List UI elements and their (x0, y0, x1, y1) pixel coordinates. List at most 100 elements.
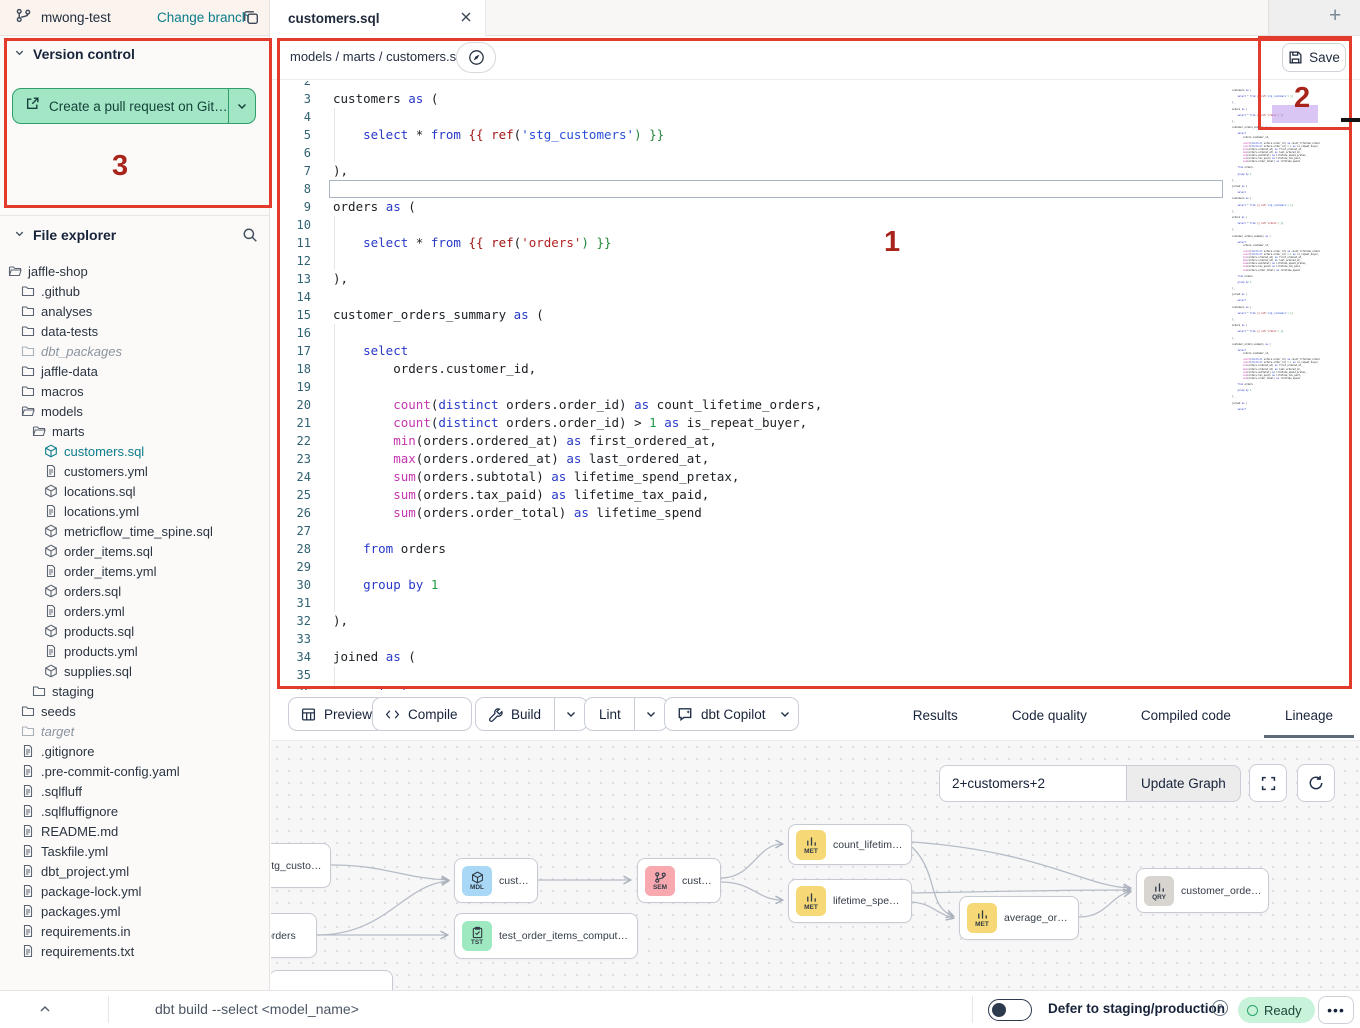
code-line-13[interactable]: 13), (271, 270, 1360, 288)
lineage-node-lifetime_spend_pretax[interactable]: METlifetime_spend_pretax (788, 879, 912, 923)
code-line-34[interactable]: 34joined as ( (271, 648, 1360, 666)
tree-item-order-items-sql[interactable]: order_items.sql (0, 541, 270, 561)
code-line-35[interactable]: 35 (271, 666, 1360, 684)
code-line-33[interactable]: 33 (271, 630, 1360, 648)
lineage-node-stg_customers[interactable]: MDLstg_customers (271, 843, 331, 888)
code-line-21[interactable]: 21 count(distinct orders.order_id) > 1 a… (271, 414, 1360, 432)
tab-lineage[interactable]: Lineage (1258, 690, 1360, 740)
code-line-8[interactable]: 8 (271, 180, 1360, 198)
code-line-7[interactable]: 7), (271, 162, 1360, 180)
tree-item-metricflow-time-spine-sql[interactable]: metricflow_time_spine.sql (0, 521, 270, 541)
file-explorer-header[interactable]: File explorer (0, 217, 270, 253)
code-line-25[interactable]: 25 sum(orders.tax_paid) as lifetime_tax_… (271, 486, 1360, 504)
build-dropdown-caret[interactable] (555, 708, 587, 720)
tree-item-products-sql[interactable]: products.sql (0, 621, 270, 641)
lineage-node-average_order_value[interactable]: METaverage_order_value (959, 896, 1079, 940)
tree-item-customers-sql[interactable]: customers.sql (0, 441, 270, 461)
code-line-29[interactable]: 29 (271, 558, 1360, 576)
update-graph-button[interactable]: Update Graph (1126, 765, 1241, 802)
create-pr-main[interactable]: Create a pull request on Git… (13, 89, 228, 123)
tree-item-jaffle-data[interactable]: jaffle-data (0, 361, 270, 381)
code-line-23[interactable]: 23 max(orders.ordered_at) as last_ordere… (271, 450, 1360, 468)
tree-item--gitignore[interactable]: .gitignore (0, 741, 270, 761)
defer-toggle[interactable] (988, 999, 1032, 1021)
help-icon[interactable]: ? (1212, 1000, 1228, 1016)
tree-item-locations-sql[interactable]: locations.sql (0, 481, 270, 501)
tab-code-quality[interactable]: Code quality (985, 690, 1114, 740)
tree-item-analyses[interactable]: analyses (0, 301, 270, 321)
create-pr-button[interactable]: Create a pull request on Git… (12, 88, 256, 124)
tree-item-packages-yml[interactable]: packages.yml (0, 901, 270, 921)
code-line-24[interactable]: 24 sum(orders.subtotal) as lifetime_spen… (271, 468, 1360, 486)
tab-customers-sql[interactable]: customers.sql (270, 0, 486, 36)
copilot-dropdown-caret[interactable] (772, 708, 798, 720)
minimap[interactable]: customers as ( select * from {{ ref('stg… (1232, 86, 1320, 416)
code-line-6[interactable]: 6 (271, 144, 1360, 162)
tree-item-staging[interactable]: staging (0, 681, 270, 701)
code-line-22[interactable]: 22 min(orders.ordered_at) as first_order… (271, 432, 1360, 450)
lint-button[interactable]: Lint (584, 697, 668, 731)
tree-item-locations-yml[interactable]: locations.yml (0, 501, 270, 521)
lineage-node-count_lifetime_orders[interactable]: METcount_lifetime_orders (788, 824, 912, 865)
chevron-up-icon[interactable] (38, 1002, 52, 1021)
tree-item-data-tests[interactable]: data-tests (0, 321, 270, 341)
lineage-node-customers[interactable]: SEMcustomers (637, 858, 721, 903)
code-editor[interactable]: 23customers as (45 select * from {{ ref(… (271, 81, 1360, 690)
code-line-11[interactable]: 11 select * from {{ ref('orders') }} (271, 234, 1360, 252)
tree-item-macros[interactable]: macros (0, 381, 270, 401)
tree-item--pre-commit-config-yaml[interactable]: .pre-commit-config.yaml (0, 761, 270, 781)
code-line-20[interactable]: 20 count(distinct orders.order_id) as co… (271, 396, 1360, 414)
code-line-28[interactable]: 28 from orders (271, 540, 1360, 558)
lineage-node-customers[interactable]: MDLcustomers (454, 858, 538, 903)
tree-item-taskfile-yml[interactable]: Taskfile.yml (0, 841, 270, 861)
lineage-node-clipped[interactable] (271, 970, 393, 990)
tree-item-orders-sql[interactable]: orders.sql (0, 581, 270, 601)
code-line-10[interactable]: 10 (271, 216, 1360, 234)
tree-item-orders-yml[interactable]: orders.yml (0, 601, 270, 621)
more-options-button[interactable]: ••• (1318, 996, 1354, 1024)
code-line-4[interactable]: 4 (271, 108, 1360, 126)
fullscreen-button[interactable] (1249, 764, 1287, 802)
tree-item-requirements-txt[interactable]: requirements.txt (0, 941, 270, 961)
compile-button[interactable]: Compile (372, 697, 472, 731)
code-line-31[interactable]: 31 (271, 594, 1360, 612)
tree-item-readme-md[interactable]: README.md (0, 821, 270, 841)
refresh-button[interactable] (1297, 764, 1335, 802)
tree-item-marts[interactable]: marts (0, 421, 270, 441)
code-line-30[interactable]: 30 group by 1 (271, 576, 1360, 594)
change-branch-link[interactable]: Change branch (157, 10, 249, 25)
lineage-node-orders[interactable]: MDLorders (271, 913, 317, 958)
tree-item-supplies-sql[interactable]: supplies.sql (0, 661, 270, 681)
copilot-pill-button[interactable] (456, 42, 496, 73)
tree-item-dbt-project-yml[interactable]: dbt_project.yml (0, 861, 270, 881)
lineage-node-customer_order_metrics[interactable]: QRYcustomer_order_metrics (1136, 868, 1269, 913)
tab-compiled-code[interactable]: Compiled code (1114, 690, 1258, 740)
code-line-18[interactable]: 18 orders.customer_id, (271, 360, 1360, 378)
code-line-16[interactable]: 16 (271, 324, 1360, 342)
tree-item-package-lock-yml[interactable]: package-lock.yml (0, 881, 270, 901)
code-line-14[interactable]: 14 (271, 288, 1360, 306)
dbt-copilot-button[interactable]: dbt Copilot (664, 697, 799, 731)
tree-item-dbt-packages[interactable]: dbt_packages (0, 341, 270, 361)
close-icon[interactable] (459, 10, 473, 29)
tree-item--sqlfluff[interactable]: .sqlfluff (0, 781, 270, 801)
tree-item-requirements-in[interactable]: requirements.in (0, 921, 270, 941)
code-line-12[interactable]: 12 (271, 252, 1360, 270)
code-line-19[interactable]: 19 (271, 378, 1360, 396)
new-tab-button[interactable]: + (1329, 4, 1341, 28)
tree-item-jaffle-shop[interactable]: jaffle-shop (0, 261, 270, 281)
tree-item-products-yml[interactable]: products.yml (0, 641, 270, 661)
save-button[interactable]: Save (1282, 43, 1346, 72)
tab-results[interactable]: Results (886, 690, 985, 740)
tree-item-models[interactable]: models (0, 401, 270, 421)
lint-dropdown-caret[interactable] (635, 708, 667, 720)
code-line-27[interactable]: 27 (271, 522, 1360, 540)
tree-item-target[interactable]: target (0, 721, 270, 741)
code-line-15[interactable]: 15customer_orders_summary as ( (271, 306, 1360, 324)
lineage-node-test_order_items_compute_to_bools...[interactable]: TSTtest_order_items_compute_to_bools... (454, 913, 638, 959)
version-control-header[interactable]: Version control (0, 36, 270, 72)
build-button[interactable]: Build (475, 697, 588, 731)
pr-dropdown-caret[interactable] (229, 100, 255, 112)
code-line-26[interactable]: 26 sum(orders.order_total) as lifetime_s… (271, 504, 1360, 522)
code-line-17[interactable]: 17 select (271, 342, 1360, 360)
